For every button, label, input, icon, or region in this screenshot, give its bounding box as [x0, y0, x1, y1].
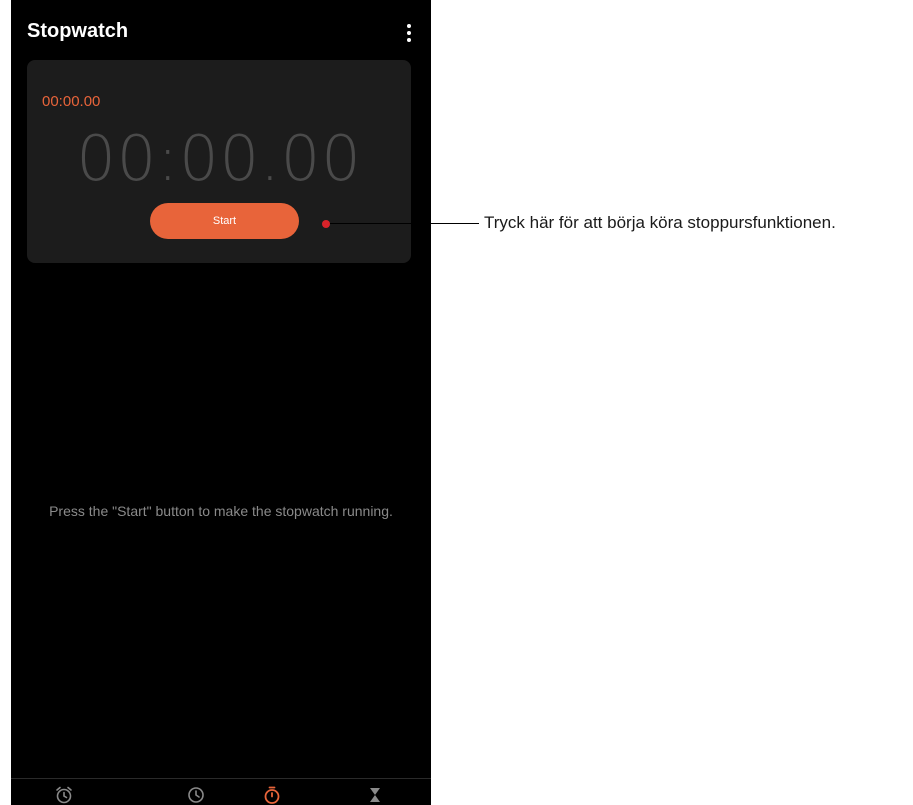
nav-alarm[interactable] [52, 785, 76, 805]
lap-time: 00:00.00 [42, 93, 101, 110]
more-vert-icon-dot [407, 31, 411, 35]
nav-timer[interactable] [363, 785, 387, 805]
phone-screen: Stopwatch 00:00.00 00:00.00 Start Press … [11, 0, 431, 805]
clock-icon [188, 787, 204, 803]
nav-stopwatch[interactable] [260, 785, 284, 805]
more-options-button[interactable] [397, 18, 421, 48]
hint-text: Press the "Start" button to make the sto… [49, 503, 393, 519]
main-time-display: 00:00.00 [76, 122, 362, 195]
alarm-icon [56, 786, 72, 804]
stopwatch-icon [264, 786, 280, 804]
timer-icon [370, 788, 380, 802]
callout-text: Tryck här för att börja köra stoppursfun… [484, 213, 836, 232]
app-bar: Stopwatch [11, 0, 431, 60]
nav-clock[interactable] [184, 785, 208, 805]
bottom-navigation [11, 778, 431, 805]
page-title: Stopwatch [27, 20, 129, 42]
more-vert-icon [407, 24, 411, 28]
start-button[interactable]: Start [150, 203, 299, 239]
callout-line [326, 223, 479, 224]
stopwatch-card: 00:00.00 00:00.00 Start [27, 60, 411, 263]
more-vert-icon-dot [407, 38, 411, 42]
callout-dot [322, 219, 330, 228]
